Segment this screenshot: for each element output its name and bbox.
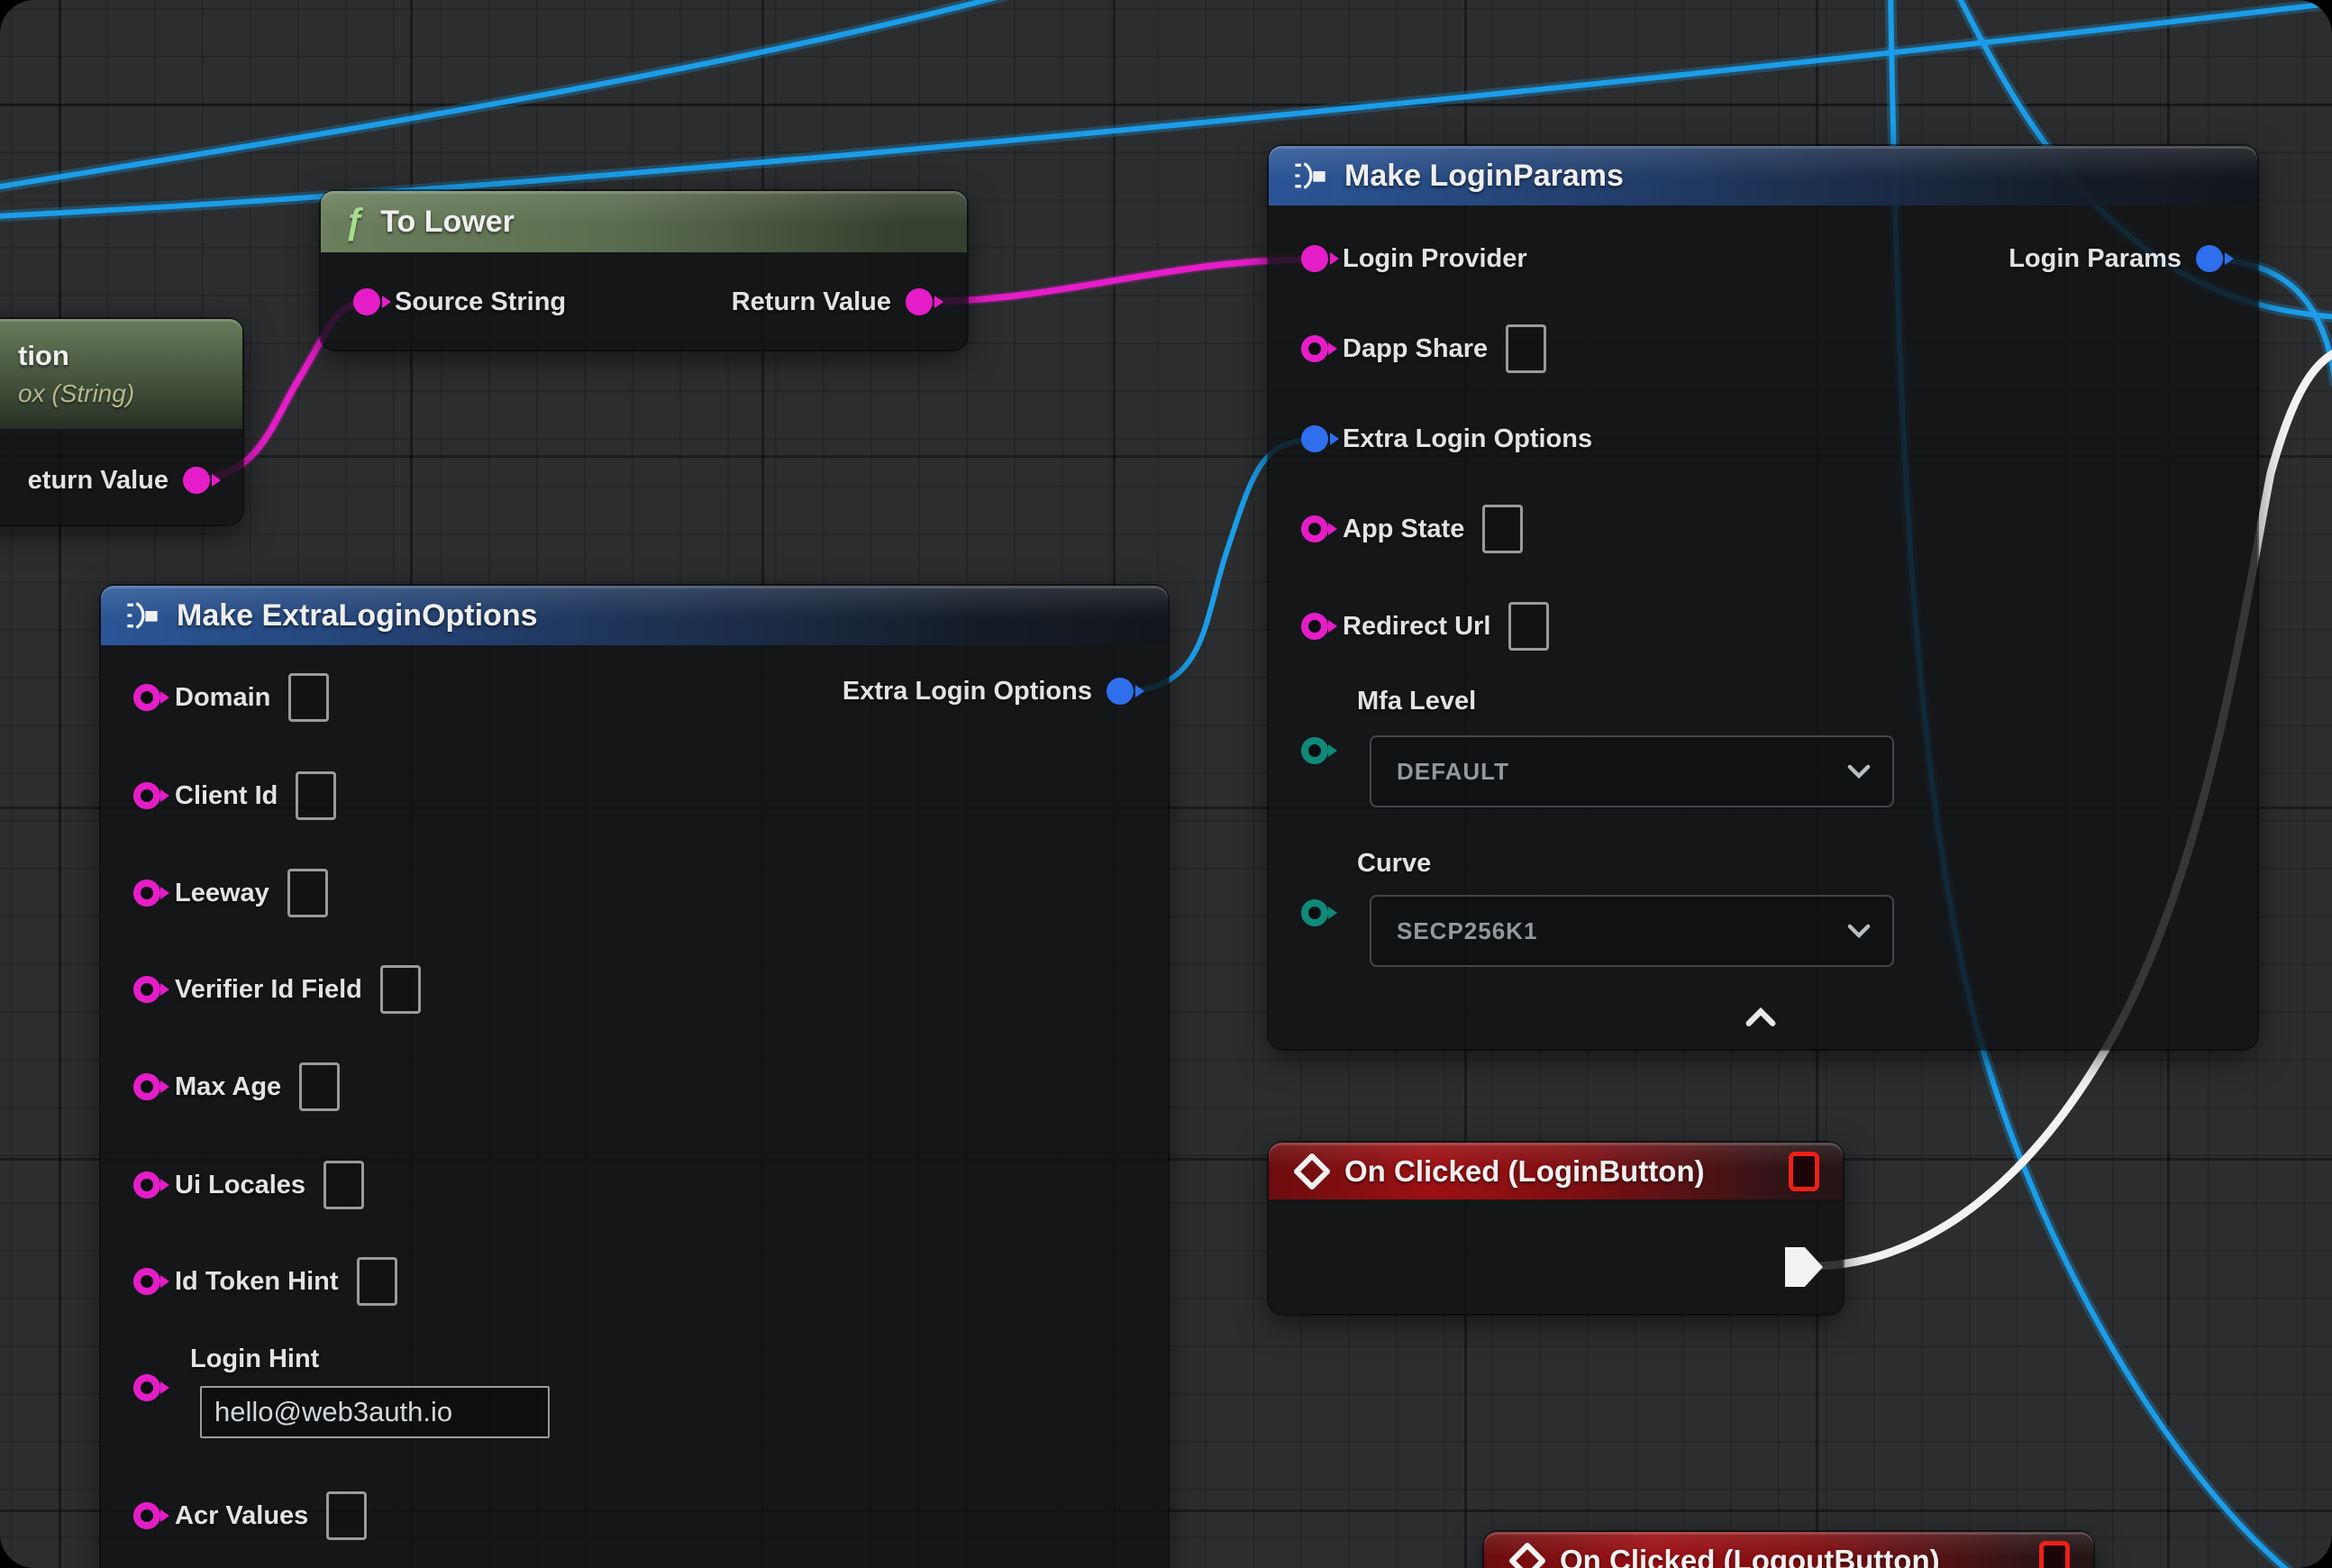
pin-label: Id Token Hint	[175, 1267, 339, 1297]
max-age-input-pin[interactable]	[133, 1073, 160, 1100]
pin-label: App State	[1343, 515, 1464, 544]
login-params-output-pin[interactable]	[2196, 245, 2223, 272]
mfa-level-label: Mfa Level	[1357, 687, 1476, 716]
delegate-pin-icon[interactable]	[2039, 1541, 2070, 1568]
verifier-id-field-checkbox[interactable]	[380, 965, 421, 1014]
id-token-hint-checkbox[interactable]	[357, 1257, 397, 1306]
ui-locales-checkbox[interactable]	[323, 1161, 364, 1209]
pin-label: eturn Value	[28, 466, 169, 496]
mfa-level-dropdown[interactable]: DEFAULT	[1370, 735, 1894, 807]
chevron-down-icon	[1847, 924, 1871, 938]
verifier-id-field-input-pin[interactable]	[133, 976, 160, 1003]
max-age-checkbox[interactable]	[299, 1062, 340, 1111]
pin-label: Dapp Share	[1343, 334, 1488, 364]
domain-input-pin[interactable]	[133, 684, 160, 711]
node-make-extra-login-options[interactable]: Make ExtraLoginOptions Domain Extra Logi…	[101, 586, 1168, 1568]
domain-checkbox[interactable]	[288, 673, 329, 722]
node-title: To Lower	[380, 205, 515, 240]
curve-input-pin[interactable]	[1301, 899, 1328, 926]
function-icon: ƒ	[344, 204, 364, 240]
node-partial-string-function[interactable]: tion ox (String) eturn Value	[0, 319, 242, 524]
login-provider-input-pin[interactable]	[1301, 245, 1328, 272]
node-title: Make ExtraLoginOptions	[177, 598, 538, 634]
pin-label: Login Params	[2009, 244, 2182, 274]
acr-values-input-pin[interactable]	[133, 1502, 160, 1529]
extra-login-options-output-pin[interactable]	[1107, 678, 1134, 705]
extra-login-options-input-pin[interactable]	[1301, 425, 1328, 452]
dapp-share-checkbox[interactable]	[1506, 324, 1546, 373]
return-value-output-pin[interactable]	[183, 467, 210, 494]
node-title: Make LoginParams	[1344, 159, 1624, 194]
node-make-login-params[interactable]: Make LoginParams Login Provider Login Pa…	[1269, 146, 2257, 1049]
acr-values-checkbox[interactable]	[326, 1491, 367, 1540]
mfa-level-input-pin[interactable]	[1301, 737, 1328, 764]
curve-value: SECP256K1	[1397, 917, 1537, 945]
id-token-hint-input-pin[interactable]	[133, 1268, 160, 1295]
curve-label: Curve	[1357, 849, 1431, 879]
client-id-input-pin[interactable]	[133, 782, 160, 809]
chevron-up-icon	[1745, 1007, 1776, 1027]
pin-label: Acr Values	[175, 1501, 308, 1531]
make-struct-icon	[1292, 158, 1328, 194]
collapse-node-button[interactable]	[1741, 1004, 1781, 1031]
login-hint-label: Login Hint	[190, 1345, 319, 1374]
event-icon	[1292, 1152, 1332, 1191]
node-on-clicked-login-button[interactable]: On Clicked (LoginButton)	[1269, 1143, 1843, 1314]
pin-label: Domain	[175, 683, 270, 713]
chevron-down-icon	[1847, 764, 1871, 779]
node-subtitle: ox (String)	[18, 379, 134, 408]
event-icon	[1508, 1541, 1547, 1568]
source-string-input-pin[interactable]	[353, 288, 380, 315]
return-value-output-pin[interactable]	[906, 288, 933, 315]
curve-dropdown[interactable]: SECP256K1	[1370, 895, 1894, 967]
mfa-level-value: DEFAULT	[1397, 758, 1509, 786]
make-struct-icon	[124, 597, 160, 634]
node-title: On Clicked (LoginButton)	[1344, 1154, 1705, 1189]
dapp-share-input-pin[interactable]	[1301, 335, 1328, 362]
ui-locales-input-pin[interactable]	[133, 1171, 160, 1199]
node-title: On Clicked (LogoutButton)	[1560, 1544, 1940, 1568]
node-title: tion	[18, 340, 69, 372]
node-to-lower[interactable]: ƒ To Lower Source String Return Value	[321, 191, 967, 350]
node-on-clicked-logout-button[interactable]: On Clicked (LogoutButton)	[1484, 1532, 2093, 1568]
pin-label: Login Provider	[1343, 244, 1527, 274]
pin-label: Max Age	[175, 1072, 281, 1102]
blueprint-canvas[interactable]: tion ox (String) eturn Value ƒ To Lower …	[0, 0, 2332, 1568]
login-hint-input-pin[interactable]	[133, 1374, 160, 1401]
pin-label: Extra Login Options	[843, 677, 1092, 707]
pin-label: Source String	[395, 287, 566, 317]
pin-label: Extra Login Options	[1343, 424, 1592, 454]
client-id-checkbox[interactable]	[296, 771, 336, 820]
login-hint-textfield[interactable]	[200, 1386, 550, 1438]
redirect-url-input-pin[interactable]	[1301, 613, 1328, 640]
pin-label: Ui Locales	[175, 1171, 305, 1200]
app-state-checkbox[interactable]	[1482, 505, 1523, 553]
leeway-checkbox[interactable]	[287, 869, 328, 917]
pin-label: Redirect Url	[1343, 612, 1490, 642]
pin-label: Verifier Id Field	[175, 975, 362, 1005]
leeway-input-pin[interactable]	[133, 880, 160, 907]
pin-label: Return Value	[732, 287, 891, 317]
redirect-url-checkbox[interactable]	[1508, 602, 1549, 651]
screenshot-frame: tion ox (String) eturn Value ƒ To Lower …	[0, 0, 2332, 1568]
wire-blue-topleft-upper[interactable]	[0, 0, 1027, 187]
exec-output-pin[interactable]	[1785, 1247, 1823, 1287]
pin-label: Leeway	[175, 879, 269, 908]
delegate-pin-icon[interactable]	[1789, 1152, 1819, 1191]
pin-label: Client Id	[175, 781, 278, 811]
app-state-input-pin[interactable]	[1301, 515, 1328, 542]
